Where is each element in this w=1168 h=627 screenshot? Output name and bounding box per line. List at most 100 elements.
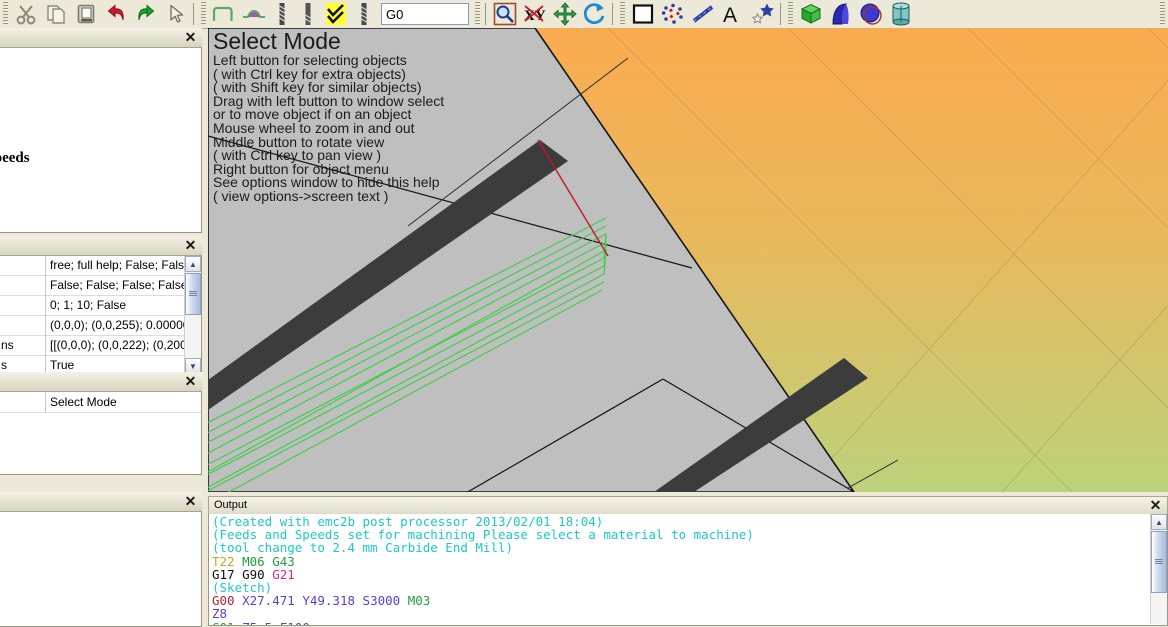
secondary-titlebar: ✕: [0, 492, 202, 512]
close-icon[interactable]: ✕: [183, 373, 198, 388]
toolbar-grip[interactable]: [1160, 2, 1165, 26]
cylinder-icon: [889, 2, 913, 26]
gcode-token: S3000: [362, 593, 408, 609]
status-body[interactable]: Select Mode: [0, 392, 202, 475]
star-tool-button[interactable]: [748, 1, 778, 27]
copy-button[interactable]: [41, 1, 71, 27]
property-value[interactable]: free; full help; False; False;: [46, 256, 201, 276]
cube-icon: [799, 2, 823, 26]
sphere-icon: [859, 2, 883, 26]
property-value[interactable]: (0,0,0); (0,0,255); 0.00000: [46, 316, 201, 336]
svg-text:XY: XY: [524, 8, 546, 24]
scrollbar-track[interactable]: [185, 316, 201, 358]
close-icon[interactable]: ✕: [183, 237, 198, 252]
secondary-body[interactable]: [0, 512, 202, 627]
properties-body[interactable]: ns s free; full help; False; False; Fals…: [0, 256, 202, 375]
rotate-icon: [583, 2, 607, 26]
status-value: Select Mode: [50, 395, 117, 409]
scroll-up-icon[interactable]: ▲: [185, 256, 201, 272]
gcode-listing[interactable]: (Created with emc2b post processor 2013/…: [212, 515, 1149, 625]
cylinder-button[interactable]: [886, 1, 916, 27]
zoom-button[interactable]: [490, 1, 520, 27]
pocket-operation-button[interactable]: [239, 1, 269, 27]
3d-viewport[interactable]: Select Mode Left button for selecting ob…: [208, 28, 1168, 492]
surface-button[interactable]: [826, 1, 856, 27]
scrollbar-thumb[interactable]: [185, 273, 201, 315]
status-row: Select Mode: [0, 392, 201, 413]
close-icon[interactable]: ✕: [183, 29, 198, 44]
star-tool-icon: [751, 2, 775, 26]
toolbar-grip[interactable]: [3, 2, 8, 26]
toolbar-separator: [485, 3, 488, 25]
rotate-button[interactable]: [580, 1, 610, 27]
paste-button[interactable]: [71, 1, 101, 27]
output-panel: Output ✕ (Created with emc2b post proces…: [208, 496, 1168, 626]
redo-button[interactable]: [131, 1, 161, 27]
select-arrow-icon: [165, 3, 187, 25]
gcode-mode-combo[interactable]: G0: [381, 3, 469, 25]
close-icon[interactable]: ✕: [1148, 497, 1163, 513]
scroll-up-icon[interactable]: ▲: [1151, 514, 1167, 530]
output-scrollbar[interactable]: ▲: [1150, 514, 1167, 624]
property-value[interactable]: [[(0,0,0); (0,0,222); (0,200,: [46, 336, 201, 356]
undo-button[interactable]: [101, 1, 131, 27]
profile-operation-button[interactable]: [209, 1, 239, 27]
tree-item[interactable]: nd Speeds: [0, 150, 30, 167]
rectangle-button[interactable]: [628, 1, 658, 27]
property-value[interactable]: False; False; False; False; F.: [46, 276, 201, 296]
toolbar-grip[interactable]: [620, 2, 625, 26]
gcode-line: Z8: [212, 606, 228, 622]
gcode-token: M03: [407, 593, 431, 609]
redo-icon: [135, 3, 157, 25]
drill-tool-button[interactable]: [269, 1, 295, 27]
output-body[interactable]: (Created with emc2b post processor 2013/…: [208, 514, 1168, 626]
application-window: G0 XY A ✕ eeds ✕ ns s free; full help; F…: [0, 0, 1168, 627]
object-tree-body[interactable]: d ons e nd Speeds e: [0, 48, 202, 233]
close-icon[interactable]: ✕: [183, 493, 198, 508]
sphere-button[interactable]: [856, 1, 886, 27]
verify-button[interactable]: [321, 1, 351, 27]
drill-tool-icon: [276, 2, 288, 26]
scrollbar-thumb[interactable]: [1151, 531, 1167, 593]
gcode-line: T22 M06 G43: [212, 555, 1149, 568]
property-name: [0, 316, 45, 336]
gcode-line: G00 X27.471 Y49.318 S3000 M03: [212, 594, 1149, 607]
tool-library-button[interactable]: [351, 1, 377, 27]
properties-panel: ✕ ns s free; full help; False; False; Fa…: [0, 236, 202, 375]
property-name: [0, 296, 45, 316]
gcode-token: Y49.318: [302, 593, 363, 609]
text-icon: A: [722, 2, 744, 26]
surface-icon: [829, 2, 853, 26]
line-button[interactable]: [688, 1, 718, 27]
properties-scrollbar[interactable]: ▲ ▼: [184, 256, 201, 374]
toolbar-grip[interactable]: [475, 2, 480, 26]
text-button[interactable]: A: [718, 1, 748, 27]
line-icon: [691, 2, 715, 26]
xy-plane-button[interactable]: XY: [520, 1, 550, 27]
toolbar-separator: [780, 3, 783, 25]
cube-button[interactable]: [796, 1, 826, 27]
gcode-line: G17 G90 G21: [212, 568, 1149, 581]
pan-button[interactable]: [550, 1, 580, 27]
undo-icon: [105, 3, 127, 25]
polyline-node-icon: [661, 2, 685, 26]
zoom-icon: [493, 2, 517, 26]
gcode-token: Z5.5: [242, 620, 280, 625]
property-name: [0, 276, 45, 296]
property-value[interactable]: 0; 1; 10; False: [46, 296, 201, 316]
toolbar-separator: [612, 3, 615, 25]
toolbar-separator: [193, 3, 196, 25]
gcode-line: (tool change to 2.4 mm Carbide End Mill): [212, 540, 514, 556]
polyline-button[interactable]: [658, 1, 688, 27]
endmill-tool-button[interactable]: [295, 1, 321, 27]
toolbar-grip[interactable]: [201, 2, 206, 26]
property-name-column: ns s: [0, 256, 46, 374]
scrollbar-track[interactable]: [1151, 594, 1167, 624]
property-grid: ns s free; full help; False; False; Fals…: [0, 256, 201, 374]
cut-button[interactable]: [11, 1, 41, 27]
toolbar-grip[interactable]: [788, 2, 793, 26]
svg-text:A: A: [723, 4, 737, 26]
object-tree-panel: ✕ d ons e nd Speeds e: [0, 28, 202, 233]
property-name: ns: [0, 336, 45, 356]
select-arrow-button[interactable]: [161, 1, 191, 27]
